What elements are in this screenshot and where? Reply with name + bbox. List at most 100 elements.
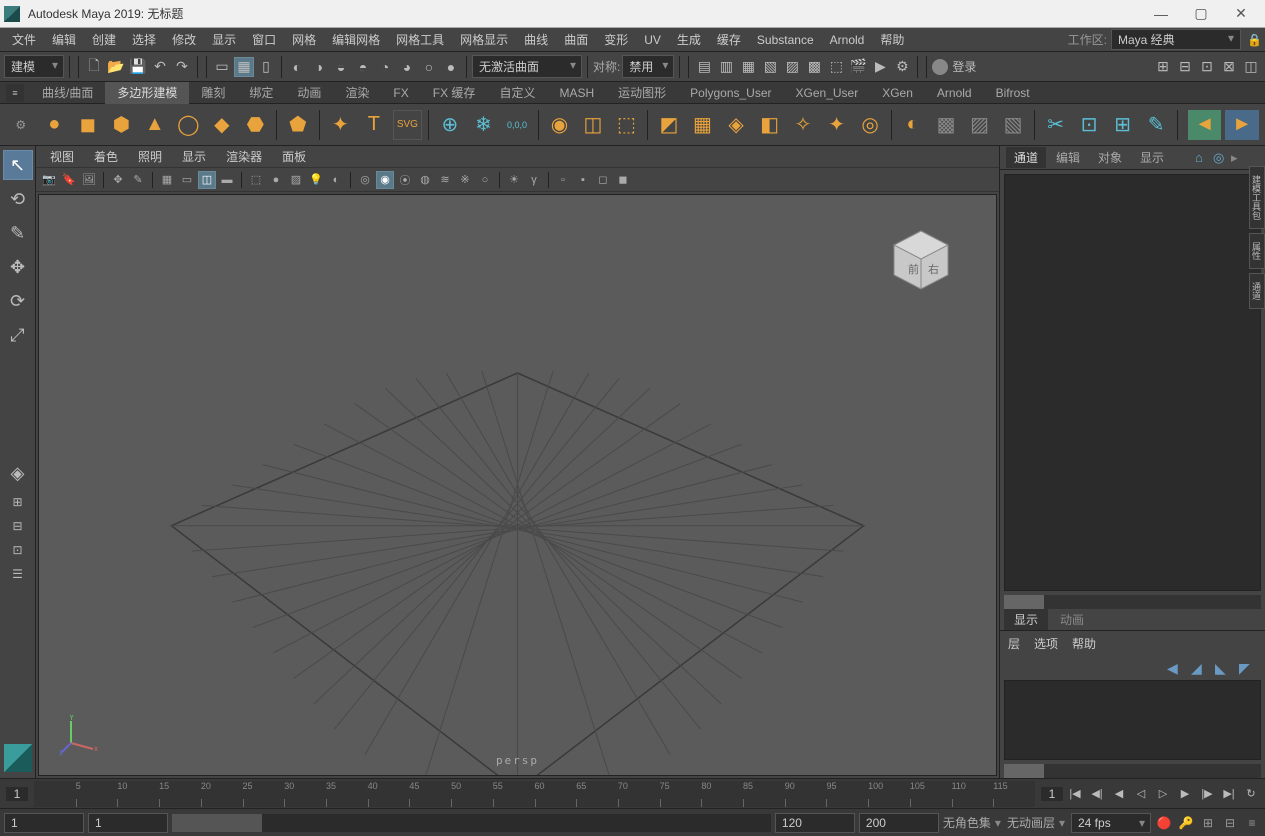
menu-curves[interactable]: 曲线 <box>516 28 556 52</box>
layout-icon-3[interactable]: ⊡ <box>1197 57 1217 77</box>
tab-object[interactable]: 对象 <box>1090 147 1130 168</box>
resolution-gate-icon[interactable]: ◫ <box>198 171 216 189</box>
shelf-tab-render[interactable]: 渲染 <box>333 82 381 104</box>
tab-channels[interactable]: 通道 <box>1006 147 1046 168</box>
new-scene-icon[interactable]: 🗋 <box>84 57 104 77</box>
bridge-icon[interactable]: ▦ <box>688 110 718 140</box>
lasso-tool[interactable]: ⟲ <box>3 184 33 214</box>
shelf-tab-fxcache[interactable]: FX 缓存 <box>421 82 488 104</box>
poly-plane-icon[interactable]: ◆ <box>207 110 237 140</box>
film-gate-icon[interactable]: ▭ <box>178 171 196 189</box>
reset-icon[interactable]: 0,0,0 <box>502 110 532 140</box>
render-icon[interactable]: 🎬 <box>848 57 868 77</box>
rotate-tool[interactable]: ⟳ <box>3 286 33 316</box>
select-component-icon[interactable]: ▦ <box>234 57 254 77</box>
shelf-tab-polyuser[interactable]: Polygons_User <box>678 82 783 104</box>
shelf-tab-rigging[interactable]: 绑定 <box>237 82 285 104</box>
fps-dropdown[interactable]: 24 fps <box>1071 813 1151 833</box>
current-frame-start[interactable]: 1 <box>6 787 28 801</box>
poly-cone-icon[interactable]: ▲ <box>140 110 170 140</box>
snap-plane-icon[interactable]: ▨ <box>782 57 802 77</box>
shelf-tab-mograph[interactable]: 运动图形 <box>606 82 678 104</box>
layer-tab-anim[interactable]: 动画 <box>1050 609 1094 630</box>
viewport-3d[interactable]: 前 右 Y x z persp <box>38 194 997 776</box>
snap-grid-icon[interactable]: ▤ <box>694 57 714 77</box>
layer-menu-options[interactable]: 选项 <box>1034 635 1058 652</box>
poly-platonic-icon[interactable]: ⬟ <box>283 110 313 140</box>
layer-menu-layers[interactable]: 层 <box>1008 635 1020 652</box>
range-bar[interactable] <box>172 814 771 832</box>
booleans-icon[interactable]: ◩ <box>654 110 684 140</box>
render-settings-icon[interactable]: ⚙ <box>892 57 912 77</box>
shelf-toggle-icon[interactable]: ≡ <box>6 84 24 102</box>
redo-icon[interactable]: ↷ <box>172 57 192 77</box>
bookmarks-icon[interactable]: 🔖 <box>60 171 78 189</box>
multicut-icon[interactable]: ✂ <box>1041 110 1071 140</box>
connect-icon[interactable]: ⊞ <box>1108 110 1138 140</box>
workspace-dropdown[interactable]: Maya 经典 <box>1111 29 1241 50</box>
image-plane-icon[interactable]: 🖼 <box>80 171 98 189</box>
mask-misc-icon[interactable]: ● <box>441 57 461 77</box>
menu-help[interactable]: 帮助 <box>872 28 912 52</box>
uv-planar-icon[interactable]: ▨ <box>965 110 995 140</box>
layout-icon-2[interactable]: ⊟ <box>1175 57 1195 77</box>
layout-icon-5[interactable]: ◫ <box>1241 57 1261 77</box>
multisample-icon[interactable]: ※ <box>456 171 474 189</box>
menu-generate[interactable]: 生成 <box>669 28 709 52</box>
menu-substance[interactable]: Substance <box>749 28 822 52</box>
menu-edit[interactable]: 编辑 <box>44 28 84 52</box>
panel-lighting[interactable]: 照明 <box>130 148 170 165</box>
panel-panels[interactable]: 面板 <box>274 148 314 165</box>
go-start-icon[interactable]: |◀ <box>1065 784 1085 804</box>
minimize-button[interactable]: — <box>1141 1 1181 27</box>
layer-menu-help[interactable]: 帮助 <box>1072 635 1096 652</box>
channel-box[interactable] <box>1004 174 1261 591</box>
select-object-icon[interactable]: ▭ <box>212 57 232 77</box>
menu-window[interactable]: 窗口 <box>244 28 284 52</box>
move-tool[interactable]: ✥ <box>3 252 33 282</box>
freeze-icon[interactable]: ❄ <box>469 110 499 140</box>
layer-h-scrollbar[interactable] <box>1004 764 1261 778</box>
combine-icon[interactable]: ◉ <box>545 110 575 140</box>
snap-projected-icon[interactable]: ▧ <box>760 57 780 77</box>
current-frame-end[interactable]: 1 <box>1041 787 1063 801</box>
2d-pan-icon[interactable]: ✥ <box>109 171 127 189</box>
menu-modify[interactable]: 修改 <box>164 28 204 52</box>
quad-draw-icon[interactable]: ✎ <box>1141 110 1171 140</box>
menu-set-dropdown[interactable]: 建模 <box>4 55 64 78</box>
char-set-dropdown[interactable]: 无角色集 <box>943 814 1001 831</box>
toggle-construction-icon[interactable]: ⬚ <box>826 57 846 77</box>
symmetry-dropdown[interactable]: 禁用 <box>622 55 674 78</box>
poly-disc-icon[interactable]: ⬣ <box>241 110 271 140</box>
step-back-icon[interactable]: ◀ <box>1109 784 1129 804</box>
script-editor-icon[interactable]: ⊟ <box>1221 814 1239 832</box>
poly-star-icon[interactable]: ✦ <box>326 110 356 140</box>
xray-icon[interactable]: ◉ <box>376 171 394 189</box>
help-line-icon[interactable]: ≡ <box>1243 814 1261 832</box>
side-tab-attr[interactable]: 属性 <box>1249 233 1265 269</box>
layout-single-icon[interactable]: ⊞ <box>3 492 33 512</box>
shelf-tab-fx[interactable]: FX <box>381 82 420 104</box>
undo-icon[interactable]: ↶ <box>150 57 170 77</box>
mask-surface-icon[interactable]: ◓ <box>353 57 373 77</box>
shelf-tab-xgenuser[interactable]: XGen_User <box>784 82 871 104</box>
construction-surface-dropdown[interactable]: 无激活曲面 <box>472 55 582 78</box>
menu-file[interactable]: 文件 <box>4 28 44 52</box>
globe-icon[interactable]: ◎ <box>1213 150 1227 164</box>
paint-select-tool[interactable]: ✎ <box>3 218 33 248</box>
menu-editmesh[interactable]: 编辑网格 <box>324 28 388 52</box>
close-button[interactable]: ✕ <box>1221 1 1261 27</box>
shelf-end-1-icon[interactable]: ◄ <box>1188 110 1221 140</box>
motion-blur-icon[interactable]: ≋ <box>436 171 454 189</box>
menu-mesh[interactable]: 网格 <box>284 28 324 52</box>
dof-icon[interactable]: ○ <box>476 171 494 189</box>
smooth-shade-icon[interactable]: ● <box>267 171 285 189</box>
menu-surfaces[interactable]: 曲面 <box>556 28 596 52</box>
ipr-icon[interactable]: ▶ <box>870 57 890 77</box>
shelf-tab-polymodel[interactable]: 多边形建模 <box>105 82 189 104</box>
snap-live-icon[interactable]: ▩ <box>804 57 824 77</box>
vp-3-icon[interactable]: ◻ <box>594 171 612 189</box>
poly-torus-icon[interactable]: ◯ <box>174 110 204 140</box>
shelf-tab-custom[interactable]: 自定义 <box>487 82 547 104</box>
save-scene-icon[interactable]: 💾 <box>128 57 148 77</box>
